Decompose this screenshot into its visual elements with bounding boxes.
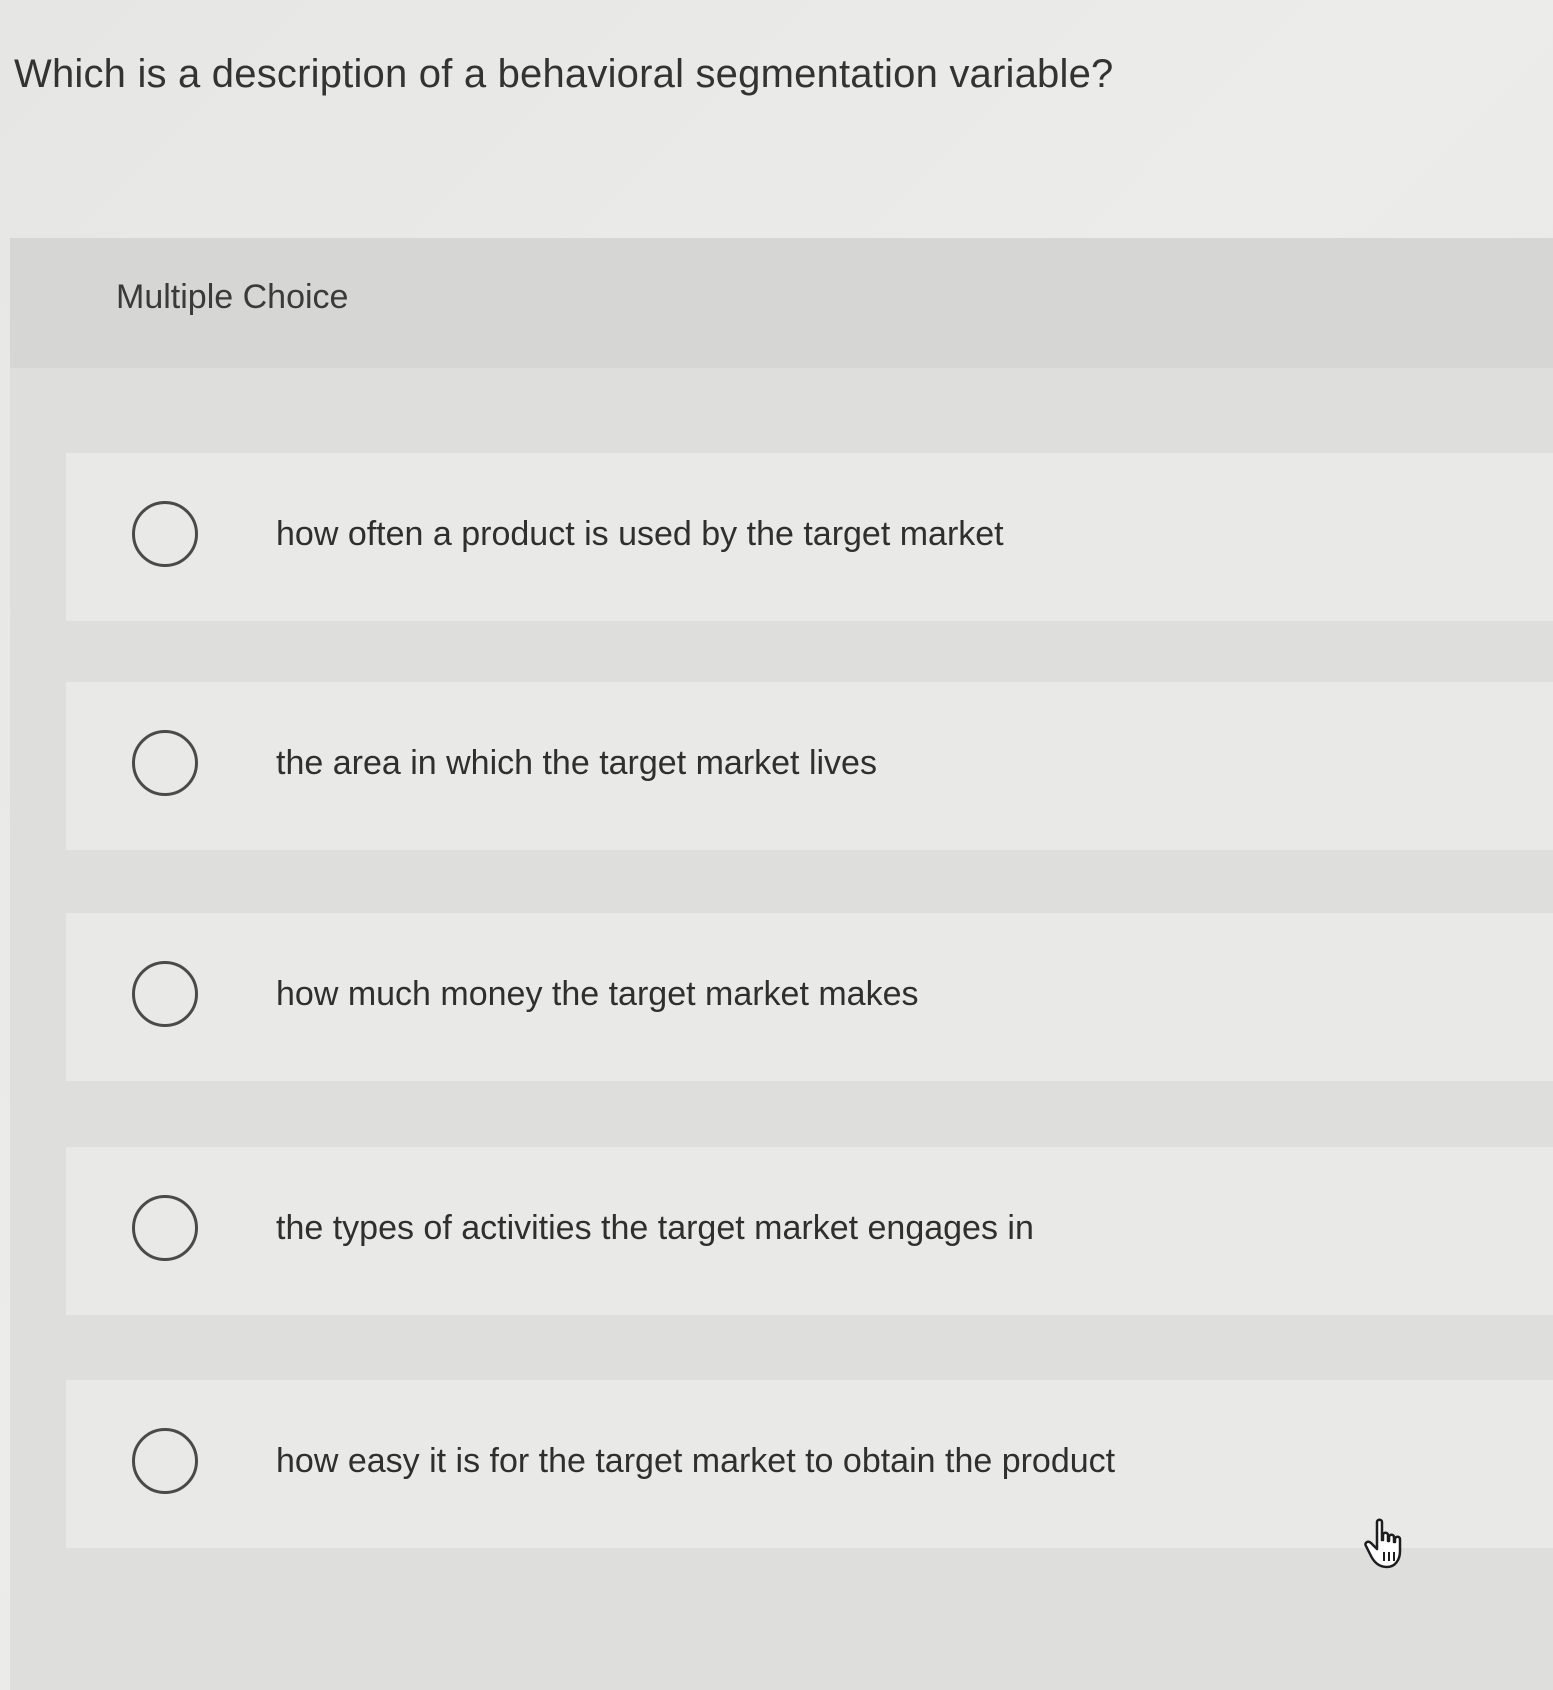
option-label: the area in which the target market live… — [276, 744, 877, 782]
radio-unselected-icon[interactable] — [132, 1195, 198, 1261]
section-label: Multiple Choice — [116, 278, 349, 316]
option-label: how often a product is used by the targe… — [276, 515, 1004, 553]
option-3[interactable]: how much money the target market makes — [66, 913, 1553, 1081]
radio-unselected-icon[interactable] — [132, 961, 198, 1027]
radio-unselected-icon[interactable] — [132, 501, 198, 567]
radio-unselected-icon[interactable] — [132, 1428, 198, 1494]
option-5[interactable]: how easy it is for the target market to … — [66, 1380, 1553, 1548]
option-label: how much money the target market makes — [276, 975, 919, 1013]
option-label: the types of activities the target marke… — [276, 1209, 1034, 1247]
section-header: Multiple Choice — [10, 238, 1553, 368]
hand-pointer-cursor-icon — [1364, 1518, 1402, 1569]
multiple-choice-section: Multiple Choice how often a product is u… — [10, 238, 1553, 1690]
radio-unselected-icon[interactable] — [132, 730, 198, 796]
option-2[interactable]: the area in which the target market live… — [66, 682, 1553, 850]
question-text: Which is a description of a behavioral s… — [14, 52, 1114, 96]
options-list: how often a product is used by the targe… — [10, 368, 1553, 1690]
option-1[interactable]: how often a product is used by the targe… — [66, 453, 1553, 621]
option-label: how easy it is for the target market to … — [276, 1442, 1116, 1480]
option-4[interactable]: the types of activities the target marke… — [66, 1147, 1553, 1315]
